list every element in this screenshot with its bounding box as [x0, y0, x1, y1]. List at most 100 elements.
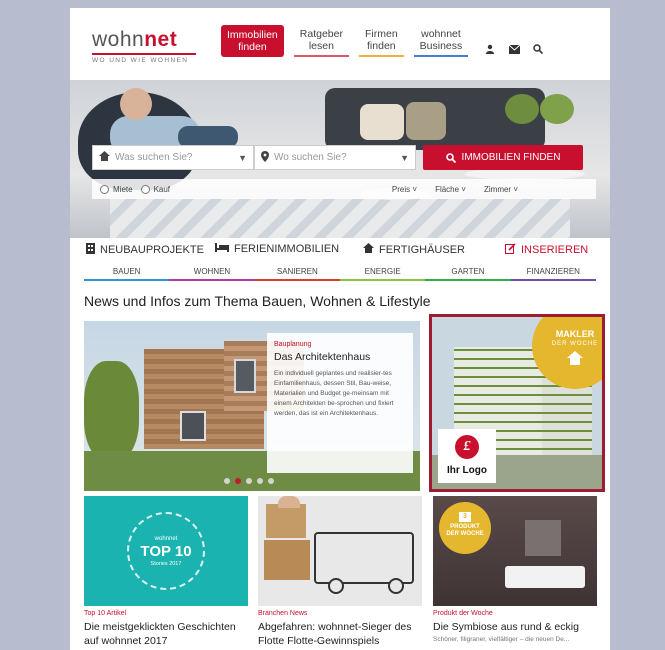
badge-subtitle: DER WOCHE [551, 341, 599, 347]
feature-title[interactable]: Das Architektenhaus [274, 351, 406, 363]
chevron-down-icon: ▼ [400, 152, 409, 163]
top10-year: Stories 2017 [150, 560, 182, 567]
logo-placeholder-icon: £ [455, 435, 479, 459]
carousel-dot[interactable] [268, 478, 274, 484]
filter-dropdowns: Preis ˅ Fläche ˅ Zimmer ˅ [392, 185, 588, 194]
home-icon [99, 151, 110, 164]
card-category: Branchen News [258, 610, 308, 617]
carousel-dots [224, 478, 274, 484]
category-label: FERIENIMMOBILIEN [234, 243, 340, 255]
location-pin-icon [261, 150, 269, 165]
product-badge-subtitle: DER WOCHE [446, 531, 484, 537]
topic-wohnen[interactable]: WOHNEN [169, 261, 255, 281]
radio-rent[interactable] [100, 184, 109, 194]
feature-window [180, 411, 206, 441]
radio-buy[interactable] [140, 184, 150, 194]
what-search-select[interactable]: Was suchen Sie? ▼ [92, 145, 254, 170]
search-icon[interactable] [530, 41, 546, 57]
search-icon [445, 152, 456, 163]
topic-label: ENERGIE [364, 267, 401, 276]
logo-net: net [144, 28, 178, 51]
your-logo-label: Ihr Logo [447, 465, 487, 476]
product-badge-title: PRODUKT [450, 524, 480, 530]
where-placeholder: Wo suchen Sie? [274, 152, 347, 163]
top10-brand: wohnnet [154, 535, 178, 542]
card-title[interactable]: Die meistgeklickten Geschichten auf wohn… [84, 620, 248, 648]
topic-garten[interactable]: GARTEN [425, 261, 511, 281]
price-filter-label: Preis [391, 184, 411, 194]
topic-nav: BAUEN WOHNEN SANIEREN ENERGIE GARTEN FIN… [84, 261, 596, 281]
card-title[interactable]: Abgefahren: wohnnet-Sieger des Flotte Fl… [258, 620, 422, 648]
topic-sanieren[interactable]: SANIEREN [254, 261, 340, 281]
topic-finanzieren[interactable]: FINANZIEREN [510, 261, 596, 281]
area-filter[interactable]: Fläche ˅ [435, 185, 466, 194]
topic-label: BAUEN [112, 267, 141, 276]
bathroom-image: 3 PRODUKT DER WOCHE [433, 496, 597, 606]
nav-label: lesen [308, 40, 334, 52]
truck-drawing [314, 532, 414, 584]
property-search: Was suchen Sie? ▼ Wo suchen Sie? ▼ IMMOB… [92, 145, 583, 170]
price-filter[interactable]: Preis ˅ [392, 185, 417, 194]
topic-label: SANIEREN [276, 267, 318, 276]
what-placeholder: Was suchen Sie? [115, 152, 193, 163]
find-properties-button[interactable]: IMMOBILIEN FINDEN [423, 145, 583, 170]
nav-label: wohnnet [421, 28, 461, 40]
feature-article[interactable]: Bauplanung Das Architektenhaus Ein indiv… [84, 321, 420, 491]
radio-buy-label: Kauf [153, 184, 171, 194]
carousel-dot-active[interactable] [235, 478, 241, 484]
nav-label: Business [419, 40, 463, 52]
carousel-dot[interactable] [257, 478, 263, 484]
chevron-down-icon: ▼ [238, 152, 247, 163]
article-card[interactable]: Branchen News Abgefahren: wohnnet-Sieger… [258, 496, 422, 650]
logo-underline [92, 53, 196, 55]
person-head [278, 496, 300, 508]
feature-category: Bauplanung [274, 341, 312, 348]
card-title[interactable]: Die Symbiose aus rund & eckig [433, 620, 597, 634]
bed-icon [215, 243, 229, 255]
rooms-filter[interactable]: Zimmer ˅ [484, 185, 518, 194]
cardboard-box [264, 540, 310, 580]
card-category: Top 10 Artikel [84, 610, 127, 617]
article-card[interactable]: wohnnet TOP 10 Stories 2017 Top 10 Artik… [84, 496, 248, 650]
wohnnet-logo[interactable]: wohnnet WO UND WIE WOHNEN [92, 28, 212, 64]
makler-der-woche-ad[interactable]: MAKLER DER WOCHE £ Ihr Logo [429, 314, 605, 492]
home-icon [363, 243, 374, 256]
top10-title: TOP 10 [140, 542, 192, 560]
nav-label: Immobilien [227, 29, 278, 41]
building-icon [86, 243, 95, 257]
feature-teaser: Ein individuell geplantes und realisier-… [274, 370, 394, 417]
carousel-dot[interactable] [224, 478, 230, 484]
topic-energie[interactable]: ENERGIE [339, 261, 426, 281]
user-icon[interactable] [482, 41, 498, 57]
where-search-input[interactable]: Wo suchen Sie? ▼ [254, 145, 416, 170]
header-icons [482, 41, 546, 57]
topic-bauen[interactable]: BAUEN [84, 261, 170, 281]
nav-firmen-finden[interactable]: Firmen finden [358, 25, 404, 57]
category-label: INSERIEREN [521, 244, 589, 256]
top10-badge: wohnnet TOP 10 Stories 2017 [127, 512, 205, 590]
category-fertighaeuser[interactable]: FERTIGHÄUSER [363, 243, 465, 256]
nav-wohnnet-business[interactable]: wohnnet Business [413, 25, 469, 57]
category-ferienimmobilien[interactable]: FERIENIMMOBILIEN [215, 243, 339, 255]
nav-label: Firmen [364, 28, 398, 40]
badge-title: MAKLER [555, 329, 595, 339]
nav-label: finden [238, 41, 267, 53]
mail-icon[interactable] [506, 41, 522, 57]
nav-ratgeber-lesen[interactable]: Ratgeber lesen [293, 25, 349, 57]
category-neubauprojekte[interactable]: NEUBAUPROJEKTE [86, 243, 204, 257]
hero-rug [110, 198, 570, 238]
topic-label: WOHNEN [193, 267, 231, 276]
nav-immobilien-finden[interactable]: Immobilien finden [221, 25, 284, 57]
category-bar: NEUBAUPROJEKTE FERIENIMMOBILIEN FERTIGHÄ… [70, 240, 610, 262]
category-label: NEUBAUPROJEKTE [100, 244, 204, 256]
truck-wheel [328, 578, 344, 594]
truck-wheel [388, 578, 404, 594]
nav-label: Ratgeber [299, 28, 343, 40]
section-title: News und Infos zum Thema Bauen, Wohnen &… [84, 293, 431, 309]
carousel-dot[interactable] [246, 478, 252, 484]
insert-listing-link[interactable]: INSERIEREN [505, 243, 588, 257]
site-header: wohnnet WO UND WIE WOHNEN Immobilien fin… [70, 8, 610, 80]
article-card[interactable]: 3 PRODUKT DER WOCHE Produkt der Woche Di… [433, 496, 597, 650]
hero-banner: Was suchen Sie? ▼ Wo suchen Sie? ▼ IMMOB… [70, 80, 610, 238]
hero-plant [505, 94, 539, 124]
